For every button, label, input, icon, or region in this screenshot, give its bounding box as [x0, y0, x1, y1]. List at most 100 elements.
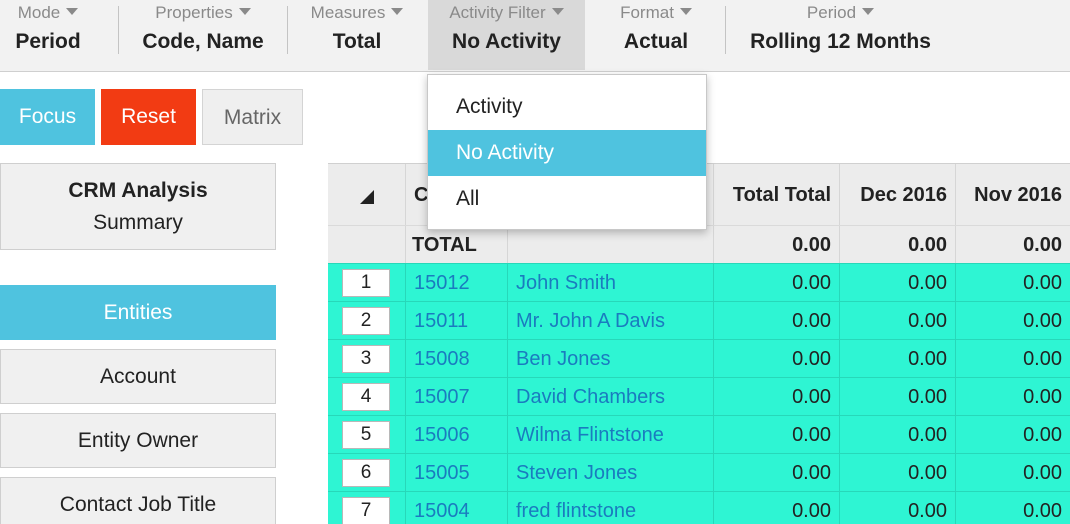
table-row[interactable]: 7 15004 fred flintstone 0.00 0.00 0.00: [328, 491, 1070, 524]
row-value: 0.00: [840, 454, 956, 492]
entity-name-link[interactable]: Mr. John A Davis: [508, 302, 714, 340]
toolbar-activity-filter-value: No Activity: [452, 30, 561, 53]
row-value: 0.00: [840, 340, 956, 378]
chevron-down-icon: [679, 8, 692, 15]
entity-name-link[interactable]: David Chambers: [508, 378, 714, 416]
toolbar-divider: [118, 6, 119, 54]
chevron-down-icon: [238, 8, 251, 15]
table-row[interactable]: 5 15006 Wilma Flintstone 0.00 0.00 0.00: [328, 415, 1070, 454]
toolbar-format-value: Actual: [623, 30, 689, 53]
chevron-down-icon: [391, 8, 404, 15]
row-value: 0.00: [714, 302, 840, 340]
entity-code-link[interactable]: 15012: [406, 264, 508, 302]
chevron-down-icon: [862, 8, 875, 15]
entity-name-link[interactable]: Ben Jones: [508, 340, 714, 378]
sort-triangle-icon: [360, 190, 374, 204]
row-value: 0.00: [840, 302, 956, 340]
table-row[interactable]: 2 15011 Mr. John A Davis 0.00 0.00 0.00: [328, 301, 1070, 340]
dropdown-option-no-activity[interactable]: No Activity: [428, 130, 706, 176]
total-value: 0.00: [840, 226, 956, 264]
activity-filter-dropdown: Activity No Activity All: [427, 74, 707, 230]
column-header-total[interactable]: Total Total: [714, 164, 840, 226]
toolbar-properties[interactable]: Properties Code, Name: [122, 0, 284, 70]
table-row[interactable]: 1 15012 John Smith 0.00 0.00 0.00: [328, 263, 1070, 302]
total-value: 0.00: [1023, 234, 1062, 256]
entity-code-link[interactable]: 15005: [406, 454, 508, 492]
row-value: 0.00: [1023, 424, 1062, 446]
sidebar-item-entities[interactable]: Entities: [0, 285, 276, 340]
entity-name-link[interactable]: fred flintstone: [508, 492, 714, 524]
total-row: TOTAL 0.00 0.00 0.00: [328, 225, 1070, 264]
report-title-panel: CRM Analysis Summary: [0, 163, 276, 250]
entity-name-link[interactable]: Wilma Flintstone: [508, 416, 714, 454]
entity-code-link[interactable]: 15008: [406, 340, 508, 378]
row-value: 0.00: [1023, 272, 1062, 294]
toolbar-activity-filter[interactable]: Activity Filter No Activity: [428, 0, 585, 70]
sidebar-item-account[interactable]: Account: [0, 349, 276, 404]
toolbar-divider: [725, 6, 726, 54]
chevron-down-icon: [66, 8, 79, 15]
dropdown-option-all[interactable]: All: [428, 176, 706, 222]
toolbar-properties-value: Code, Name: [142, 30, 264, 53]
row-value: 0.00: [840, 264, 956, 302]
row-value: 0.00: [1023, 348, 1062, 370]
toolbar-mode-value: Period: [15, 30, 81, 53]
row-number[interactable]: 4: [342, 383, 390, 411]
report-subtitle: Summary: [93, 211, 183, 234]
matrix-button[interactable]: Matrix: [202, 89, 303, 145]
column-header-nov-2016[interactable]: Nov 2016: [956, 164, 1070, 226]
entity-code-link[interactable]: 15004: [406, 492, 508, 524]
row-value: 0.00: [714, 340, 840, 378]
row-value: 0.00: [714, 378, 840, 416]
report-title: CRM Analysis: [68, 179, 208, 202]
toolbar-period[interactable]: Period Rolling 12 Months: [728, 0, 953, 70]
row-number[interactable]: 2: [342, 307, 390, 335]
table-row[interactable]: 6 15005 Steven Jones 0.00 0.00 0.00: [328, 453, 1070, 492]
toolbar-divider: [287, 6, 288, 54]
row-value: 0.00: [840, 492, 956, 524]
entity-code-link[interactable]: 15011: [406, 302, 508, 340]
row-number[interactable]: 3: [342, 345, 390, 373]
toolbar-format-label: Format: [620, 3, 674, 22]
dropdown-option-activity[interactable]: Activity: [428, 84, 706, 130]
total-value: 0.00: [714, 226, 840, 264]
row-number[interactable]: 5: [342, 421, 390, 449]
row-value: 0.00: [1023, 500, 1062, 522]
row-number[interactable]: 1: [342, 269, 390, 297]
row-value: 0.00: [1023, 462, 1062, 484]
toolbar: Mode Period Properties Code, Name Measur…: [0, 0, 1070, 72]
toolbar-mode[interactable]: Mode Period: [0, 0, 96, 70]
entity-name-link[interactable]: John Smith: [508, 264, 714, 302]
row-value: 0.00: [1023, 386, 1062, 408]
row-value: 0.00: [714, 492, 840, 524]
row-number[interactable]: 6: [342, 459, 390, 487]
row-number[interactable]: 7: [342, 497, 390, 524]
toolbar-format[interactable]: Format Actual: [590, 0, 722, 70]
total-row-spacer: [328, 226, 406, 264]
table-row[interactable]: 3 15008 Ben Jones 0.00 0.00 0.00: [328, 339, 1070, 378]
toolbar-measures-value: Total: [332, 30, 382, 53]
total-label: TOTAL: [406, 226, 508, 264]
reset-button[interactable]: Reset: [101, 89, 196, 145]
row-value: 0.00: [840, 416, 956, 454]
focus-button[interactable]: Focus: [0, 89, 95, 145]
entity-code-link[interactable]: 15007: [406, 378, 508, 416]
row-value: 0.00: [714, 454, 840, 492]
entity-name-link[interactable]: Steven Jones: [508, 454, 714, 492]
chevron-down-icon: [551, 8, 564, 15]
toolbar-period-label: Period: [806, 3, 857, 22]
total-name-cell: [508, 226, 714, 264]
column-header-dec-2016[interactable]: Dec 2016: [840, 164, 956, 226]
sort-column-header[interactable]: [328, 164, 406, 226]
row-value: 0.00: [714, 264, 840, 302]
table-row[interactable]: 4 15007 David Chambers 0.00 0.00 0.00: [328, 377, 1070, 416]
sidebar-item-entity-owner[interactable]: Entity Owner: [0, 413, 276, 468]
toolbar-mode-label: Mode: [17, 3, 61, 22]
toolbar-properties-label: Properties: [155, 3, 233, 22]
sidebar-item-contact-job-title[interactable]: Contact Job Title: [0, 477, 276, 524]
toolbar-measures[interactable]: Measures Total: [290, 0, 424, 70]
row-value: 0.00: [714, 416, 840, 454]
toolbar-activity-filter-label: Activity Filter: [449, 3, 546, 22]
row-value: 0.00: [1023, 310, 1062, 332]
entity-code-link[interactable]: 15006: [406, 416, 508, 454]
